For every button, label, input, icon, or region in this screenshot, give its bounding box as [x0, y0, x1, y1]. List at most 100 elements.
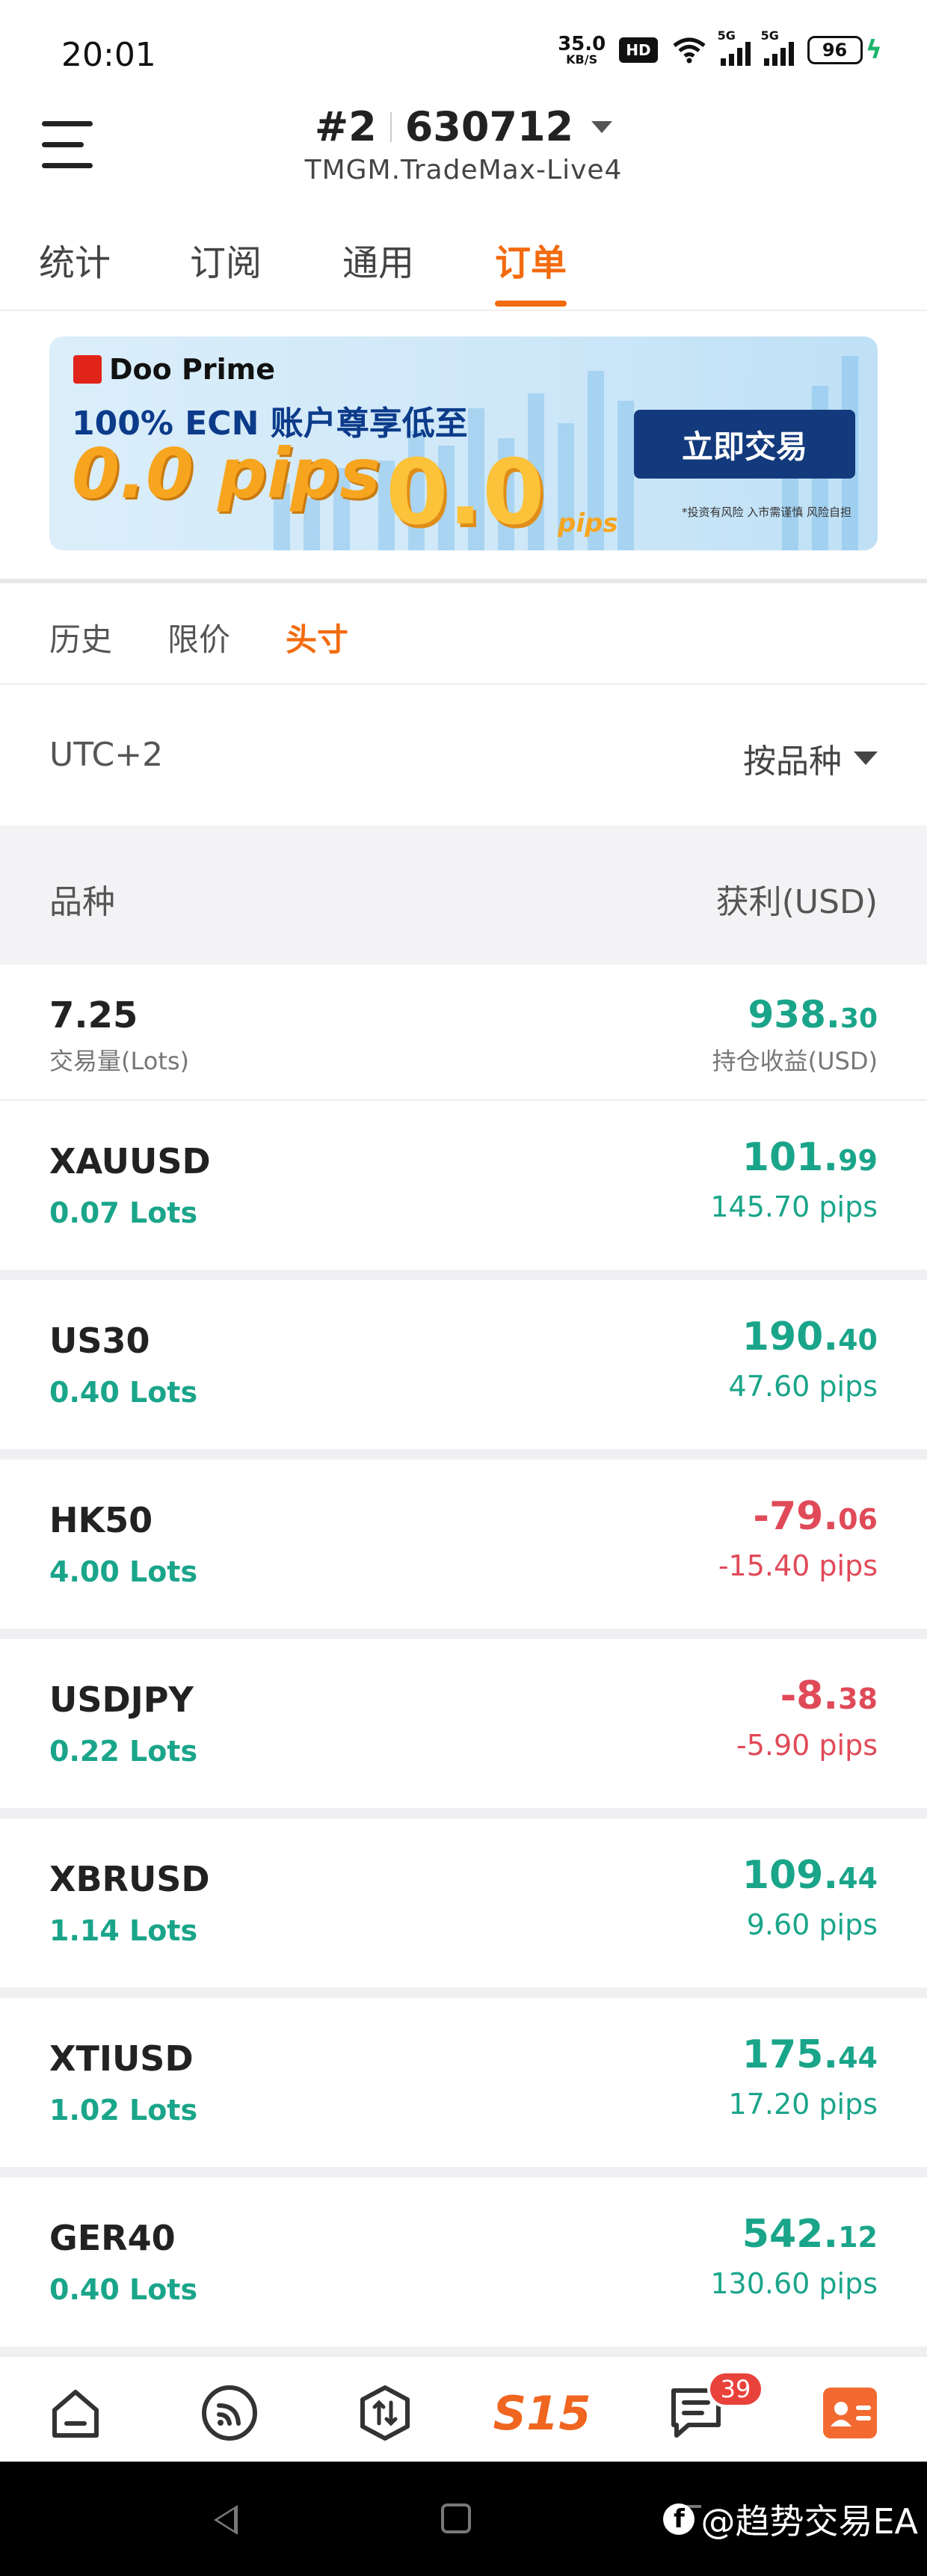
hd-icon: HD: [619, 37, 658, 63]
s15-logo-text: S15: [493, 2386, 591, 2441]
account-selector[interactable]: #2 630712 TMGM.TradeMax-Live4: [0, 103, 927, 185]
doo-prime-logo: Doo Prime: [73, 353, 275, 386]
position-symbol: GER40: [49, 2218, 176, 2258]
timezone-label[interactable]: UTC+2: [49, 736, 163, 774]
column-profit: 获利(USD): [715, 883, 878, 921]
tab-orders-label: 订单: [495, 242, 567, 284]
nav-s15[interactable]: S15: [493, 2379, 591, 2447]
subtab-positions[interactable]: 头寸: [286, 615, 348, 660]
position-profit-cents: 99: [838, 1144, 878, 1177]
position-symbol: US30: [49, 1321, 150, 1361]
position-lots: 4.00 Lots: [49, 1555, 198, 1588]
back-icon[interactable]: [214, 2505, 238, 2535]
tab-stats[interactable]: 统计: [39, 233, 111, 286]
banner-3d-text: 0.0: [386, 441, 545, 545]
total-profit-cents: 30: [840, 1003, 878, 1034]
signal-feed-icon: [202, 2385, 257, 2441]
position-profit-cents: 44: [838, 2041, 878, 2074]
profile-card-icon: [823, 2388, 877, 2438]
position-profit: 190.40: [742, 1315, 878, 1359]
charging-icon: ϟ: [865, 35, 882, 65]
net-speed: 35.0 KB/S: [558, 34, 606, 66]
account-number: 630712: [404, 103, 574, 150]
position-row[interactable]: HK50 4.00 Lots -79.06 -15.40 pips: [0, 1460, 927, 1639]
signal-label-2: 5G: [760, 28, 779, 43]
status-bar: 20:01 35.0 KB/S HD 5G 5G 96 ϟ: [0, 0, 927, 97]
position-profit-main: 109.: [742, 1853, 839, 1898]
position-symbol: HK50: [49, 1500, 153, 1540]
total-profit-label: 持仓收益(USD): [712, 1047, 878, 1075]
position-row[interactable]: US30 0.40 Lots 190.40 47.60 pips: [0, 1280, 927, 1460]
messages-badge: 39: [707, 2370, 764, 2408]
sort-label: 按品种: [743, 743, 842, 781]
nav-signals[interactable]: [196, 2379, 263, 2447]
banner-pips-text: 0.0 pips: [72, 434, 381, 514]
position-symbol: XTIUSD: [49, 2038, 194, 2079]
promo-banner[interactable]: Doo Prime 100% ECN 账户尊享低至 0.0 pips 0.0 p…: [49, 336, 878, 550]
subtab-history[interactable]: 历史: [49, 615, 112, 660]
position-profit: 101.99: [742, 1135, 878, 1180]
total-volume-label: 交易量(Lots): [49, 1047, 190, 1075]
banner-section: Doo Prime 100% ECN 账户尊享低至 0.0 pips 0.0 p…: [0, 311, 927, 582]
position-profit-main: 175.: [742, 2032, 839, 2077]
positions-list: XAUUSD 0.07 Lots 101.99 145.70 pips US30…: [0, 1101, 927, 2357]
subtab-limit[interactable]: 限价: [167, 615, 230, 660]
position-row[interactable]: USDJPY 0.22 Lots -8.38 -5.90 pips: [0, 1639, 927, 1819]
account-prefix: #2: [314, 103, 377, 150]
chevron-down-icon: [591, 120, 613, 133]
top-tabs: 统计 订阅 通用 订单: [0, 224, 927, 311]
account-server: TMGM.TradeMax-Live4: [304, 155, 623, 185]
position-symbol: XAUUSD: [49, 1141, 211, 1181]
status-icons: 35.0 KB/S HD 5G 5G 96 ϟ: [558, 28, 882, 66]
watermark-text: @趋势交易EA: [700, 2501, 918, 2542]
position-profit-main: 542.: [742, 2212, 839, 2257]
net-speed-value: 35.0: [558, 33, 606, 55]
position-lots: 0.07 Lots: [49, 1196, 198, 1229]
position-pips: 9.60 pips: [746, 1908, 878, 1941]
sort-dropdown[interactable]: 按品种: [743, 734, 878, 782]
net-speed-unit: KB/S: [566, 52, 598, 67]
position-lots: 0.40 Lots: [49, 1376, 198, 1409]
trade-now-button[interactable]: 立即交易: [634, 410, 855, 479]
battery-icon: 96 ϟ: [807, 35, 882, 65]
column-symbol: 品种: [49, 883, 115, 921]
position-row[interactable]: XAUUSD 0.07 Lots 101.99 145.70 pips: [0, 1101, 927, 1280]
banner-brand: Doo Prime: [109, 353, 275, 386]
doo-prime-mark-icon: [73, 355, 102, 384]
position-row[interactable]: XBRUSD 1.14 Lots 109.44 9.60 pips: [0, 1819, 927, 1998]
position-lots: 1.02 Lots: [49, 2094, 198, 2127]
facebook-icon: f: [663, 2503, 695, 2535]
banner-small-pips: pips: [558, 508, 618, 538]
column-header: 品种 获利(USD): [0, 826, 927, 965]
signal-icon-1: 5G: [718, 28, 751, 66]
home-button-icon[interactable]: [441, 2503, 471, 2533]
position-pips: 145.70 pips: [710, 1190, 878, 1223]
position-lots: 0.40 Lots: [49, 2273, 198, 2306]
position-pips: -15.40 pips: [718, 1549, 878, 1582]
app-header: #2 630712 TMGM.TradeMax-Live4: [0, 97, 927, 202]
active-tab-indicator: [495, 301, 567, 307]
position-pips: 17.20 pips: [728, 2088, 878, 2121]
signal-icon-2: 5G: [761, 28, 794, 66]
tab-orders[interactable]: 订单: [495, 233, 567, 307]
position-profit-main: -8.: [780, 1673, 839, 1718]
nav-home[interactable]: [42, 2379, 109, 2447]
position-lots: 0.22 Lots: [49, 1735, 198, 1768]
position-symbol: XBRUSD: [49, 1859, 210, 1899]
nav-trade[interactable]: [351, 2379, 419, 2447]
position-row[interactable]: GER40 0.40 Lots 542.12 130.60 pips: [0, 2177, 927, 2357]
position-profit: 175.44: [742, 2032, 878, 2077]
trade-icon: [360, 2385, 410, 2441]
battery-level: 96: [807, 36, 863, 64]
nav-profile[interactable]: [816, 2379, 884, 2447]
tab-subscribe[interactable]: 订阅: [190, 233, 262, 286]
tab-general[interactable]: 通用: [342, 233, 414, 286]
positions-summary: 7.25 交易量(Lots) 938.30 持仓收益(USD): [0, 965, 927, 1101]
position-profit-main: 190.: [742, 1315, 839, 1359]
watermark: f @趋势交易EA: [663, 2494, 918, 2544]
position-pips: -5.90 pips: [736, 1729, 878, 1762]
position-lots: 1.14 Lots: [49, 1914, 198, 1947]
position-profit-cents: 06: [838, 1503, 878, 1536]
wifi-icon: [673, 37, 706, 64]
position-row[interactable]: XTIUSD 1.02 Lots 175.44 17.20 pips: [0, 1998, 927, 2177]
